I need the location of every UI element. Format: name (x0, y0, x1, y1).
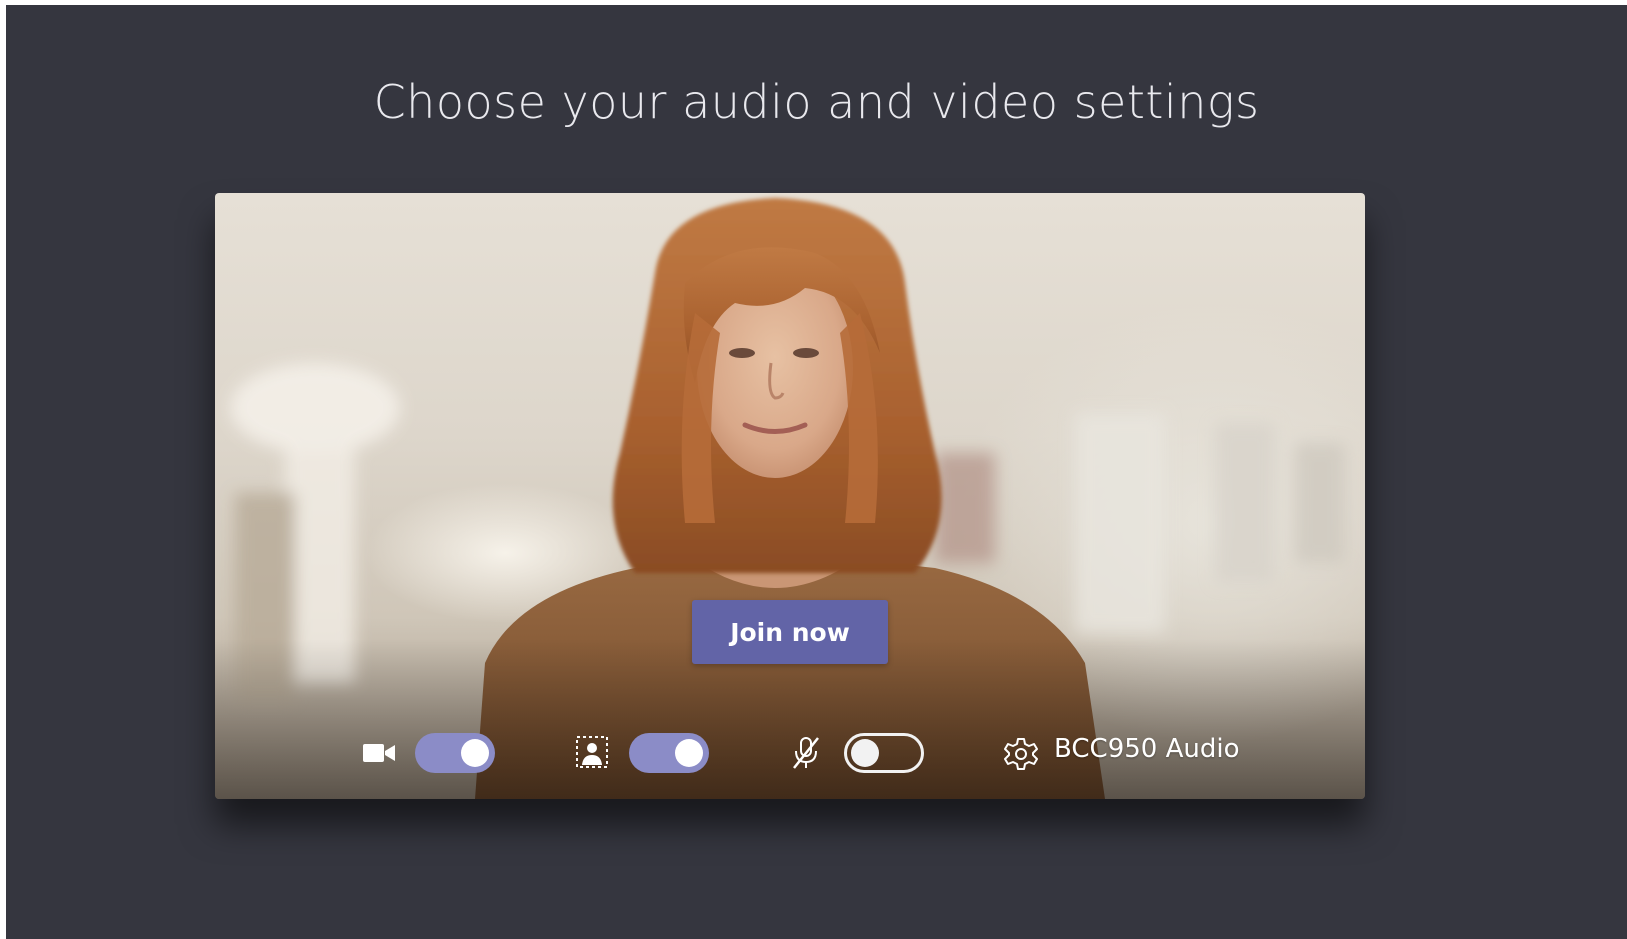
microphone-toggle-knob (851, 739, 879, 767)
background-effects-toggle[interactable] (629, 733, 709, 773)
microphone-muted-icon[interactable] (790, 735, 822, 771)
camera-toggle-knob (461, 739, 489, 767)
background-effects-toggle-knob (675, 739, 703, 767)
microphone-toggle[interactable] (844, 733, 924, 773)
join-now-button[interactable]: Join now (692, 600, 888, 664)
audio-device-selector[interactable]: BCC950 Audio (1054, 734, 1239, 764)
camera-toggle[interactable] (415, 733, 495, 773)
page-title: Choose your audio and video settings (373, 75, 1260, 129)
gear-icon[interactable] (1003, 736, 1039, 772)
video-camera-icon[interactable] (362, 741, 396, 765)
video-preview (215, 193, 1365, 799)
background-blur-icon[interactable] (575, 735, 609, 769)
